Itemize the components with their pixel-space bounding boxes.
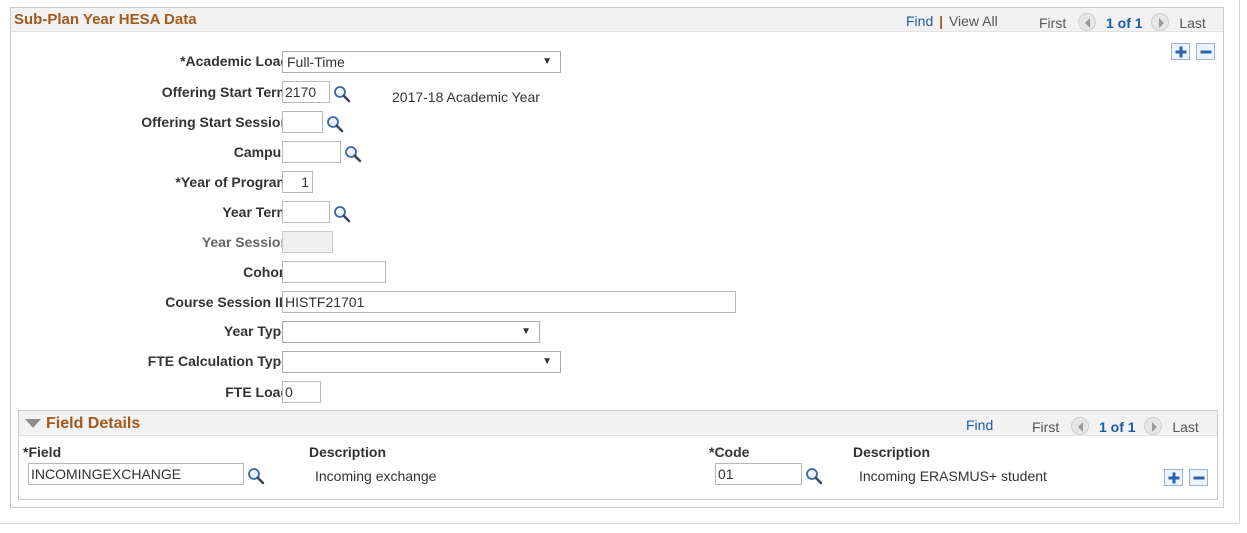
panel-header: Sub-Plan Year HESA Data Find | View All …: [11, 8, 1223, 32]
magnifier-icon[interactable]: [326, 115, 344, 133]
triangle-down-icon[interactable]: [25, 419, 41, 429]
chevron-down-icon: ▼: [521, 326, 531, 337]
year-type-row: Year Type: [11, 323, 289, 343]
year-type-select[interactable]: ▼: [282, 321, 540, 343]
year-session-label: Year Session: [201, 234, 289, 250]
year-session-input: [282, 231, 333, 253]
nav-separator: |: [939, 13, 944, 29]
offering-start-term-row: Offering Start Term: [11, 84, 289, 104]
magnifier-icon[interactable]: [333, 205, 351, 223]
fte-load-row: FTE Load: [11, 384, 289, 404]
add-row-button[interactable]: [1171, 43, 1190, 60]
year-term-label: Year Term: [222, 204, 289, 220]
field-details-header: Field Details Find First 1 of 1 Last: [19, 411, 1217, 436]
fte-calculation-type-row: FTE Calculation Type: [11, 353, 289, 373]
field-details-title[interactable]: Field Details: [46, 415, 140, 433]
arrow-left-icon[interactable]: [1071, 417, 1090, 435]
find-link[interactable]: Find: [966, 417, 993, 433]
offering-start-session-label: Offering Start Session: [141, 114, 289, 130]
academic-load-select[interactable]: Full-Time ▼: [282, 51, 561, 73]
view-all-link[interactable]: View All: [949, 13, 998, 29]
magnifier-icon[interactable]: [805, 467, 823, 485]
field-details-panel: Field Details Find First 1 of 1 Last *Fi…: [18, 410, 1218, 500]
first-label: First: [1032, 419, 1060, 435]
cohort-row: Cohort: [11, 264, 289, 284]
record-count: 1 of 1: [1106, 15, 1143, 31]
find-link[interactable]: Find: [906, 13, 933, 29]
panel-title: Sub-Plan Year HESA Data: [14, 11, 197, 28]
field-details-find-link: Find: [966, 417, 993, 433]
year-term-row: Year Term: [11, 204, 289, 224]
field-input[interactable]: INCOMINGEXCHANGE: [28, 463, 244, 485]
panel-nav-find-group: Find | View All: [906, 13, 998, 29]
magnifier-icon[interactable]: [247, 467, 265, 485]
magnifier-icon[interactable]: [344, 145, 362, 163]
fte-load-label: FTE Load: [225, 384, 289, 400]
arrow-left-icon[interactable]: [1078, 13, 1097, 31]
campus-row: Campus: [11, 144, 289, 164]
year-of-program-input[interactable]: 1: [282, 171, 313, 193]
field-details-pagination: First 1 of 1 Last: [1032, 417, 1199, 435]
arrow-right-icon[interactable]: [1151, 13, 1170, 31]
magnifier-icon[interactable]: [333, 85, 351, 103]
column-header-field: *Field: [23, 444, 62, 460]
year-of-program-label: *Year of Program: [175, 174, 289, 190]
sub-plan-year-hesa-panel: Sub-Plan Year HESA Data Find | View All …: [10, 7, 1224, 508]
offering-start-session-row: Offering Start Session: [11, 114, 289, 134]
code-description: Incoming ERASMUS+ student: [859, 468, 1047, 484]
record-count: 1 of 1: [1099, 419, 1136, 435]
year-type-label: Year Type: [223, 323, 289, 339]
first-label: First: [1039, 15, 1067, 31]
field-description: Incoming exchange: [315, 468, 437, 484]
arrow-right-icon[interactable]: [1144, 417, 1163, 435]
delete-row-button[interactable]: [1196, 43, 1215, 60]
academic-load-label: *Academic Load: [180, 53, 289, 69]
column-header-description: Description: [309, 444, 387, 460]
offering-start-term-label: Offering Start Term: [161, 84, 289, 100]
offering-start-term-description: 2017-18 Academic Year: [392, 89, 540, 105]
add-field-row-button[interactable]: [1164, 469, 1183, 486]
cohort-input[interactable]: [282, 261, 386, 283]
course-session-id-row: Course Session ID: [11, 294, 289, 314]
chevron-down-icon: ▼: [542, 356, 552, 367]
fte-load-input[interactable]: 0: [282, 381, 321, 403]
campus-input[interactable]: [282, 141, 341, 163]
academic-load-row: *Academic Load: [11, 53, 289, 73]
chevron-down-icon: ▼: [542, 56, 552, 67]
fte-calculation-type-select[interactable]: ▼: [282, 351, 561, 373]
fte-calculation-type-label: FTE Calculation Type: [147, 353, 289, 369]
academic-load-value: Full-Time: [287, 54, 345, 70]
last-label: Last: [1179, 15, 1206, 31]
column-header-code-description: Description: [853, 444, 931, 460]
last-label: Last: [1172, 419, 1199, 435]
column-header-code: *Code: [709, 444, 750, 460]
course-session-id-input[interactable]: HISTF21701: [282, 291, 736, 313]
year-term-input[interactable]: [282, 201, 330, 223]
campus-label: Campus: [233, 144, 289, 160]
year-of-program-row: *Year of Program: [11, 174, 289, 194]
code-input[interactable]: 01: [715, 463, 802, 485]
offering-start-session-input[interactable]: [282, 111, 323, 133]
panel-pagination: First 1 of 1 Last: [1039, 13, 1206, 31]
delete-field-row-button[interactable]: [1189, 469, 1208, 486]
offering-start-term-input[interactable]: 2170: [282, 81, 330, 103]
course-session-id-label: Course Session ID: [165, 294, 289, 310]
year-session-row: Year Session: [11, 234, 289, 254]
